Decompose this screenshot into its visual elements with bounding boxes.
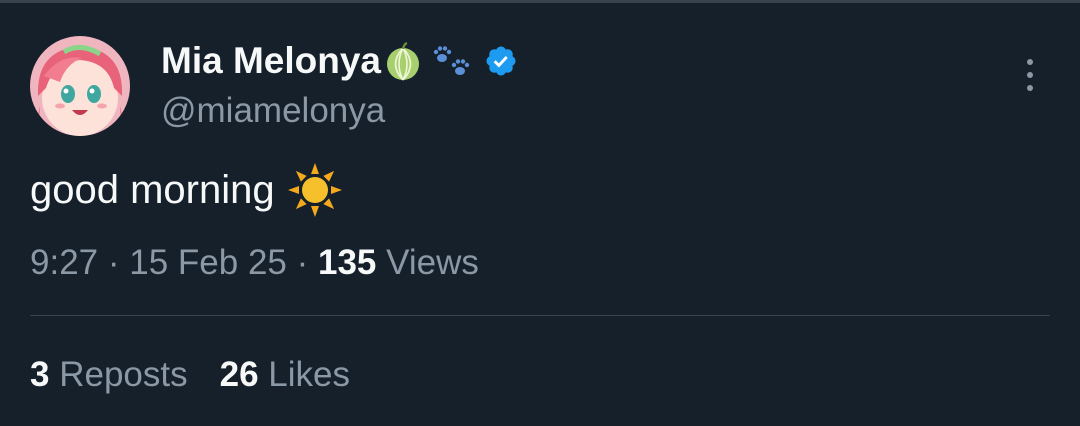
more-options-button[interactable] <box>1014 56 1046 96</box>
melon-icon <box>387 41 419 81</box>
tweet-meta: 9:27 · 15 Feb 25 · 135 Views <box>30 240 479 286</box>
reposts-count: 3 <box>30 355 50 394</box>
tweet-date[interactable]: 15 Feb 25 <box>129 243 287 282</box>
tweet-time[interactable]: 9:27 <box>30 243 98 282</box>
tweet-text: good morning <box>30 162 343 218</box>
likes-stat[interactable]: 26 Likes <box>220 352 350 398</box>
stats-divider <box>30 315 1050 316</box>
more-vertical-icon <box>1027 59 1033 91</box>
display-name[interactable]: Mia Melonya <box>161 38 381 84</box>
paw-prints-icon <box>433 46 470 75</box>
avatar-image <box>30 36 130 136</box>
meta-separator: · <box>296 243 309 282</box>
meta-separator: · <box>107 243 120 282</box>
views-count: 135 <box>318 243 377 282</box>
reposts-label: Reposts <box>59 355 188 394</box>
engagement-stats: 3 Reposts 26 Likes <box>30 352 350 398</box>
verified-badge-icon[interactable] <box>484 44 518 78</box>
likes-count: 26 <box>219 355 259 394</box>
name-row: Mia Melonya <box>161 38 518 84</box>
tweet-card: Mia Melonya @miamelonya good morning 9:2… <box>0 0 1080 426</box>
handle[interactable]: @miamelonya <box>161 88 385 134</box>
avatar[interactable] <box>30 36 130 136</box>
top-divider <box>0 0 1080 3</box>
sun-icon <box>287 163 342 217</box>
tweet-text-content: good morning <box>30 168 275 212</box>
likes-label: Likes <box>268 355 350 394</box>
views-label: Views <box>386 243 479 282</box>
reposts-stat[interactable]: 3 Reposts <box>30 352 188 398</box>
